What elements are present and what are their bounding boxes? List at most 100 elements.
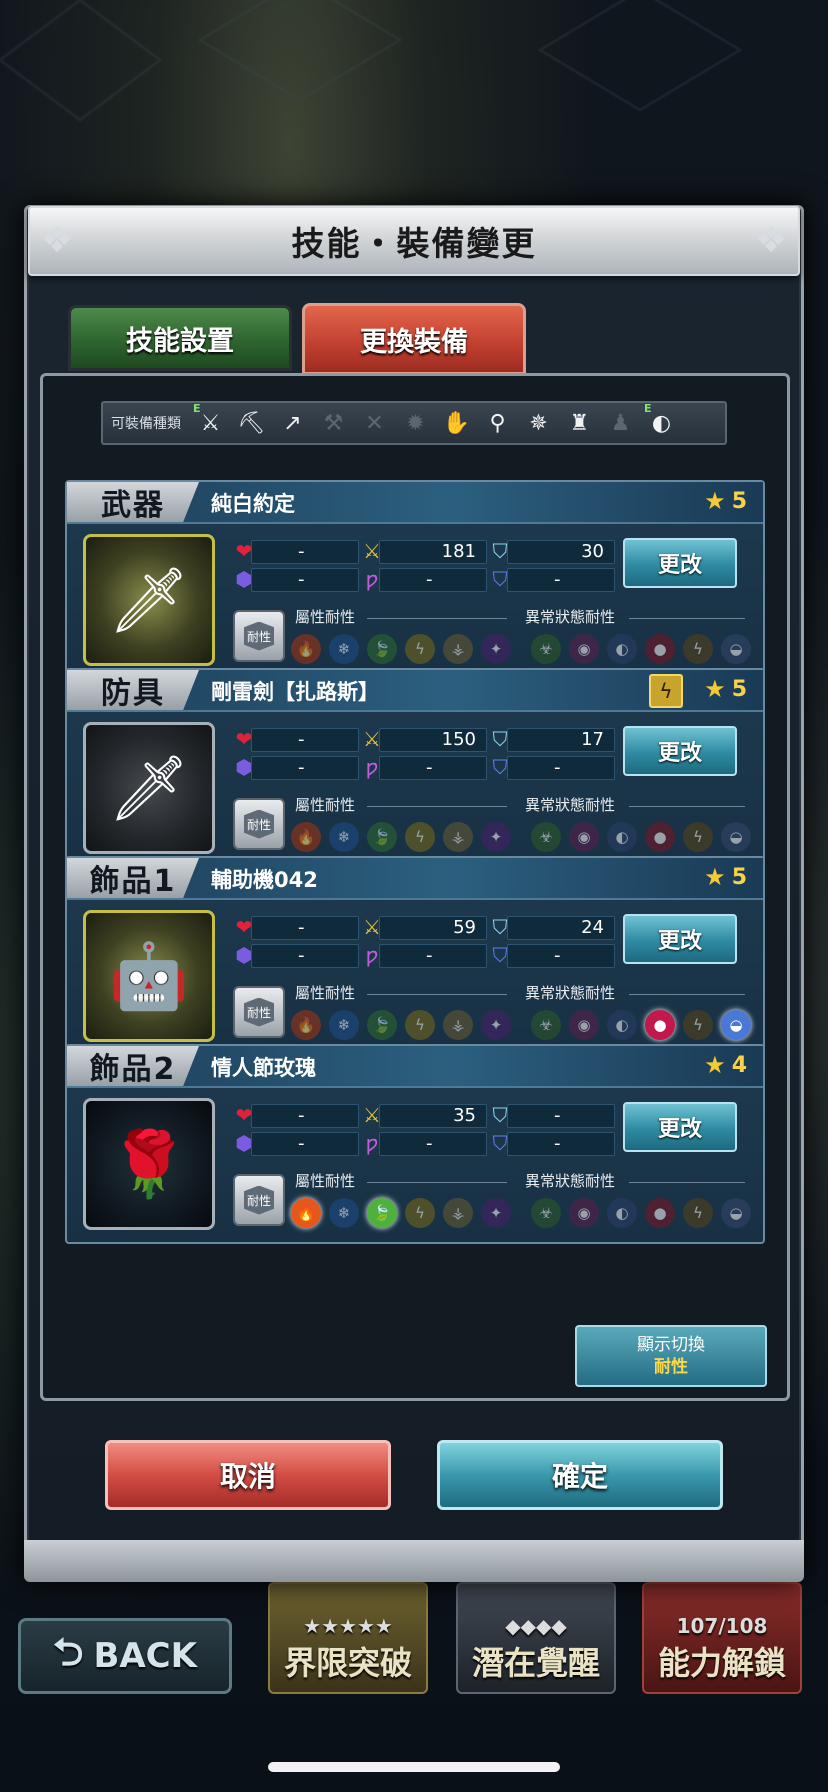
stat-mdef: - — [507, 756, 615, 780]
confuse-resist-icon: ◒ — [721, 1010, 751, 1040]
sleep-resist-icon: ◐ — [607, 634, 637, 664]
ice-resist-icon: ❄ — [329, 1010, 359, 1040]
stat-def: 24 — [507, 916, 615, 940]
thunder-element-icon: ϟ — [649, 674, 683, 708]
crystal-icon: ◆◆◆◆ — [505, 1614, 567, 1638]
home-indicator[interactable] — [268, 1762, 560, 1772]
resist-button[interactable]: 耐性 — [233, 1174, 285, 1226]
earth-resist-icon: ⚶ — [443, 1010, 473, 1040]
unlock-button[interactable]: 107/108 能力解鎖 — [642, 1582, 802, 1694]
status-resist-label: 異常狀態耐性 — [525, 796, 616, 814]
blind-resist-icon: ◉ — [569, 1198, 599, 1228]
item-image-rose[interactable]: 🌹 — [83, 1098, 215, 1230]
unlock-label: 能力解鎖 — [657, 1644, 786, 1682]
sleep-resist-icon: ◐ — [607, 1010, 637, 1040]
ornament-right-icon: ❖ — [754, 220, 788, 261]
item-name: 情人節玫瑰 — [211, 1056, 316, 1080]
poison-resist-icon: ☣ — [531, 822, 561, 852]
paralyze-resist-icon: ϟ — [683, 1198, 713, 1228]
silence-resist-icon: ● — [645, 822, 675, 852]
silence-resist-icon: ● — [645, 1198, 675, 1228]
thunder-resist-icon: ϟ — [405, 634, 435, 664]
stat-mp: - — [251, 1132, 359, 1156]
wind-resist-icon: 🍃 — [367, 634, 397, 664]
resist-button[interactable]: 耐性 — [233, 986, 285, 1038]
star-icon: ★ — [704, 487, 726, 515]
tab-skill-settings[interactable]: 技能設置 — [68, 305, 292, 371]
card-header: 飾品1 輔助機042 ★ 5 — [67, 858, 763, 900]
dialog-bottom-frame — [24, 1540, 804, 1582]
equipment-card-armor: 防具 剛雷劍【扎路斯】 ϟ ★ 5 🗡 ❤ - ⬢ - ⚔ 150 ƿ - ⛉ 1… — [65, 668, 765, 868]
stars-icon: ★★★★★ — [303, 1614, 393, 1638]
stat-hp: - — [251, 1104, 359, 1128]
star-icon: ★ — [704, 675, 726, 703]
change-button[interactable]: 更改 — [623, 1102, 737, 1152]
dialog-header: ❖ 技能・裝備變更 ❖ — [28, 206, 800, 276]
confirm-button[interactable]: 確定 — [437, 1440, 723, 1510]
stat-mdef: - — [507, 1132, 615, 1156]
thunder-resist-icon: ϟ — [405, 822, 435, 852]
stat-mp: - — [251, 944, 359, 968]
stat-hp: - — [251, 540, 359, 564]
limit-break-button[interactable]: ★★★★★ 界限突破 — [268, 1582, 428, 1694]
divider — [629, 994, 745, 995]
attr-resist-label: 屬性耐性 — [295, 608, 356, 626]
robe-icon: ♟ — [610, 410, 631, 436]
poison-resist-icon: ☣ — [531, 634, 561, 664]
toggle-value: 耐性 — [654, 1357, 688, 1377]
awaken-button[interactable]: ◆◆◆◆ 潛在覺醒 — [456, 1582, 616, 1694]
stat-matk: - — [379, 1132, 487, 1156]
poison-resist-icon: ☣ — [531, 1198, 561, 1228]
heavy-armor-icon: ✵ — [529, 410, 548, 436]
change-button[interactable]: 更改 — [623, 914, 737, 964]
slot-tag: 飾品2 — [67, 1046, 199, 1086]
stat-mp: - — [251, 756, 359, 780]
equipment-panel: 可裝備種類 E ⚔ ⛏ ↗ ⚒ ✕ ✹ ✋ ⚲ ✵ ♜ ♟ E ◐ 武器 純白約定 … — [40, 373, 790, 1401]
paralyze-resist-icon: ϟ — [683, 1010, 713, 1040]
resist-button[interactable]: 耐性 — [233, 798, 285, 850]
back-button[interactable]: ⮌ BACK — [18, 1618, 232, 1694]
back-label: BACK — [93, 1636, 197, 1676]
toggle-label: 顯示切換 — [637, 1335, 705, 1355]
stat-atk: 59 — [379, 916, 487, 940]
stat-hp: - — [251, 728, 359, 752]
change-button[interactable]: 更改 — [623, 726, 737, 776]
divider — [629, 618, 745, 619]
item-image-sword[interactable]: 🗡 — [83, 534, 215, 666]
stat-matk: - — [379, 944, 487, 968]
display-toggle-button[interactable]: 顯示切換 耐性 — [575, 1325, 767, 1387]
stat-mdef: - — [507, 944, 615, 968]
item-image-blade[interactable]: 🗡 — [83, 722, 215, 854]
slot-tag: 防具 — [67, 670, 199, 710]
unlock-count: 107/108 — [676, 1614, 768, 1638]
rarity: ★ 5 — [704, 675, 747, 703]
sleep-resist-icon: ◐ — [607, 822, 637, 852]
stat-mdef: - — [507, 568, 615, 592]
stat-atk: 35 — [379, 1104, 487, 1128]
thunder-resist-icon: ϟ — [405, 1010, 435, 1040]
stat-atk: 150 — [379, 728, 487, 752]
thunder-resist-icon: ϟ — [405, 1198, 435, 1228]
poison-resist-icon: ☣ — [531, 1010, 561, 1040]
stat-matk: - — [379, 756, 487, 780]
change-button[interactable]: 更改 — [623, 538, 737, 588]
silence-resist-icon: ● — [645, 634, 675, 664]
hammer-icon: ⚒ — [323, 410, 344, 436]
confuse-resist-icon: ◒ — [721, 1198, 751, 1228]
wind-resist-icon: 🍃 — [367, 1010, 397, 1040]
resist-button[interactable]: 耐性 — [233, 610, 285, 662]
item-image-pod[interactable]: 🤖 — [83, 910, 215, 1042]
claw-icon: ✋ — [442, 410, 471, 436]
fire-resist-icon: 🔥 — [291, 634, 321, 664]
tab-change-equipment[interactable]: 更換裝備 — [302, 303, 526, 375]
stat-atk: 181 — [379, 540, 487, 564]
item-name: 剛雷劍【扎路斯】 — [211, 680, 379, 704]
status-resist-label: 異常狀態耐性 — [525, 608, 616, 626]
stat-def: 30 — [507, 540, 615, 564]
equipment-card-accessory-2: 飾品2 情人節玫瑰 ★ 4 🌹 ❤ - ⬢ - ⚔ 35 ƿ - ⛉ - ⛉ - … — [65, 1044, 765, 1244]
dialog-title: 技能・裝備變更 — [291, 224, 537, 263]
star-icon: ★ — [704, 1051, 726, 1079]
cancel-button[interactable]: 取消 — [105, 1440, 391, 1510]
staff-icon: ⚲ — [489, 410, 506, 436]
divider — [629, 1182, 745, 1183]
